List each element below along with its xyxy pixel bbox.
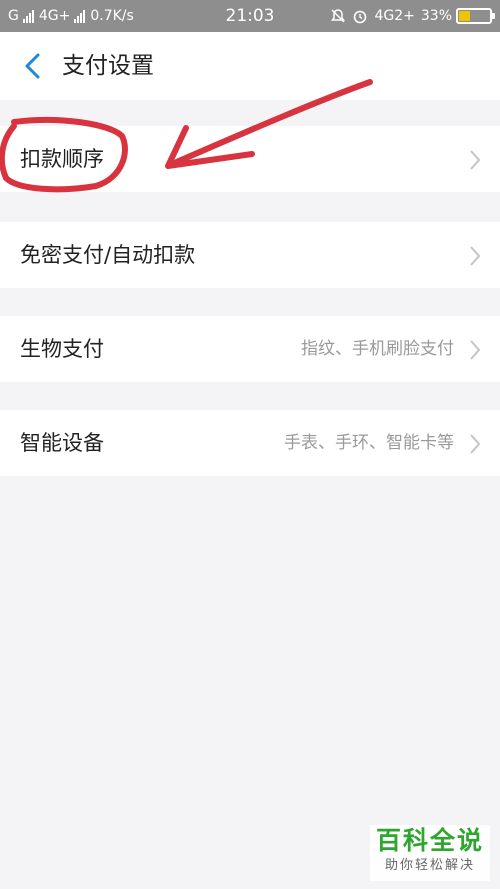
battery-level	[459, 11, 470, 21]
row-label: 免密支付/自动扣款	[20, 243, 196, 267]
status-bar: G 4G+ 0.7K/s 21:03 4G2+ 33%	[0, 0, 500, 32]
chevron-right-icon	[470, 246, 481, 266]
chevron-right-icon	[470, 150, 481, 170]
chevron-right-icon	[470, 434, 481, 454]
watermark: 百科全说 助你轻松解决	[370, 825, 490, 881]
watermark-main: 百科全说	[375, 826, 484, 855]
settings-row-password-free[interactable]: 免密支付/自动扣款	[0, 222, 500, 288]
row-label: 生物支付	[20, 337, 104, 361]
chevron-left-icon	[25, 53, 40, 79]
battery-icon	[456, 8, 495, 24]
settings-row-payment-order[interactable]: 扣款顺序	[0, 126, 500, 192]
page-header: 支付设置	[0, 32, 500, 100]
back-button[interactable]	[18, 50, 48, 82]
page-title: 支付设置	[62, 53, 154, 79]
chevron-right-icon	[470, 340, 481, 360]
row-value: 手表、手环、智能卡等	[284, 433, 454, 453]
network-right-label: 4G2+	[374, 8, 415, 24]
watermark-sub: 助你轻松解决	[384, 858, 475, 873]
row-label: 扣款顺序	[20, 147, 104, 171]
battery-percent: 33%	[420, 8, 452, 24]
alarm-clock-icon	[352, 8, 368, 24]
row-label: 智能设备	[20, 431, 104, 455]
row-value: 指纹、手机刷脸支付	[301, 339, 454, 359]
bell-muted-icon	[330, 8, 346, 24]
settings-row-smart-device[interactable]: 智能设备 手表、手环、智能卡等	[0, 410, 500, 476]
settings-row-biometric[interactable]: 生物支付 指纹、手机刷脸支付	[0, 316, 500, 382]
status-right: 4G2+ 33%	[324, 0, 495, 32]
